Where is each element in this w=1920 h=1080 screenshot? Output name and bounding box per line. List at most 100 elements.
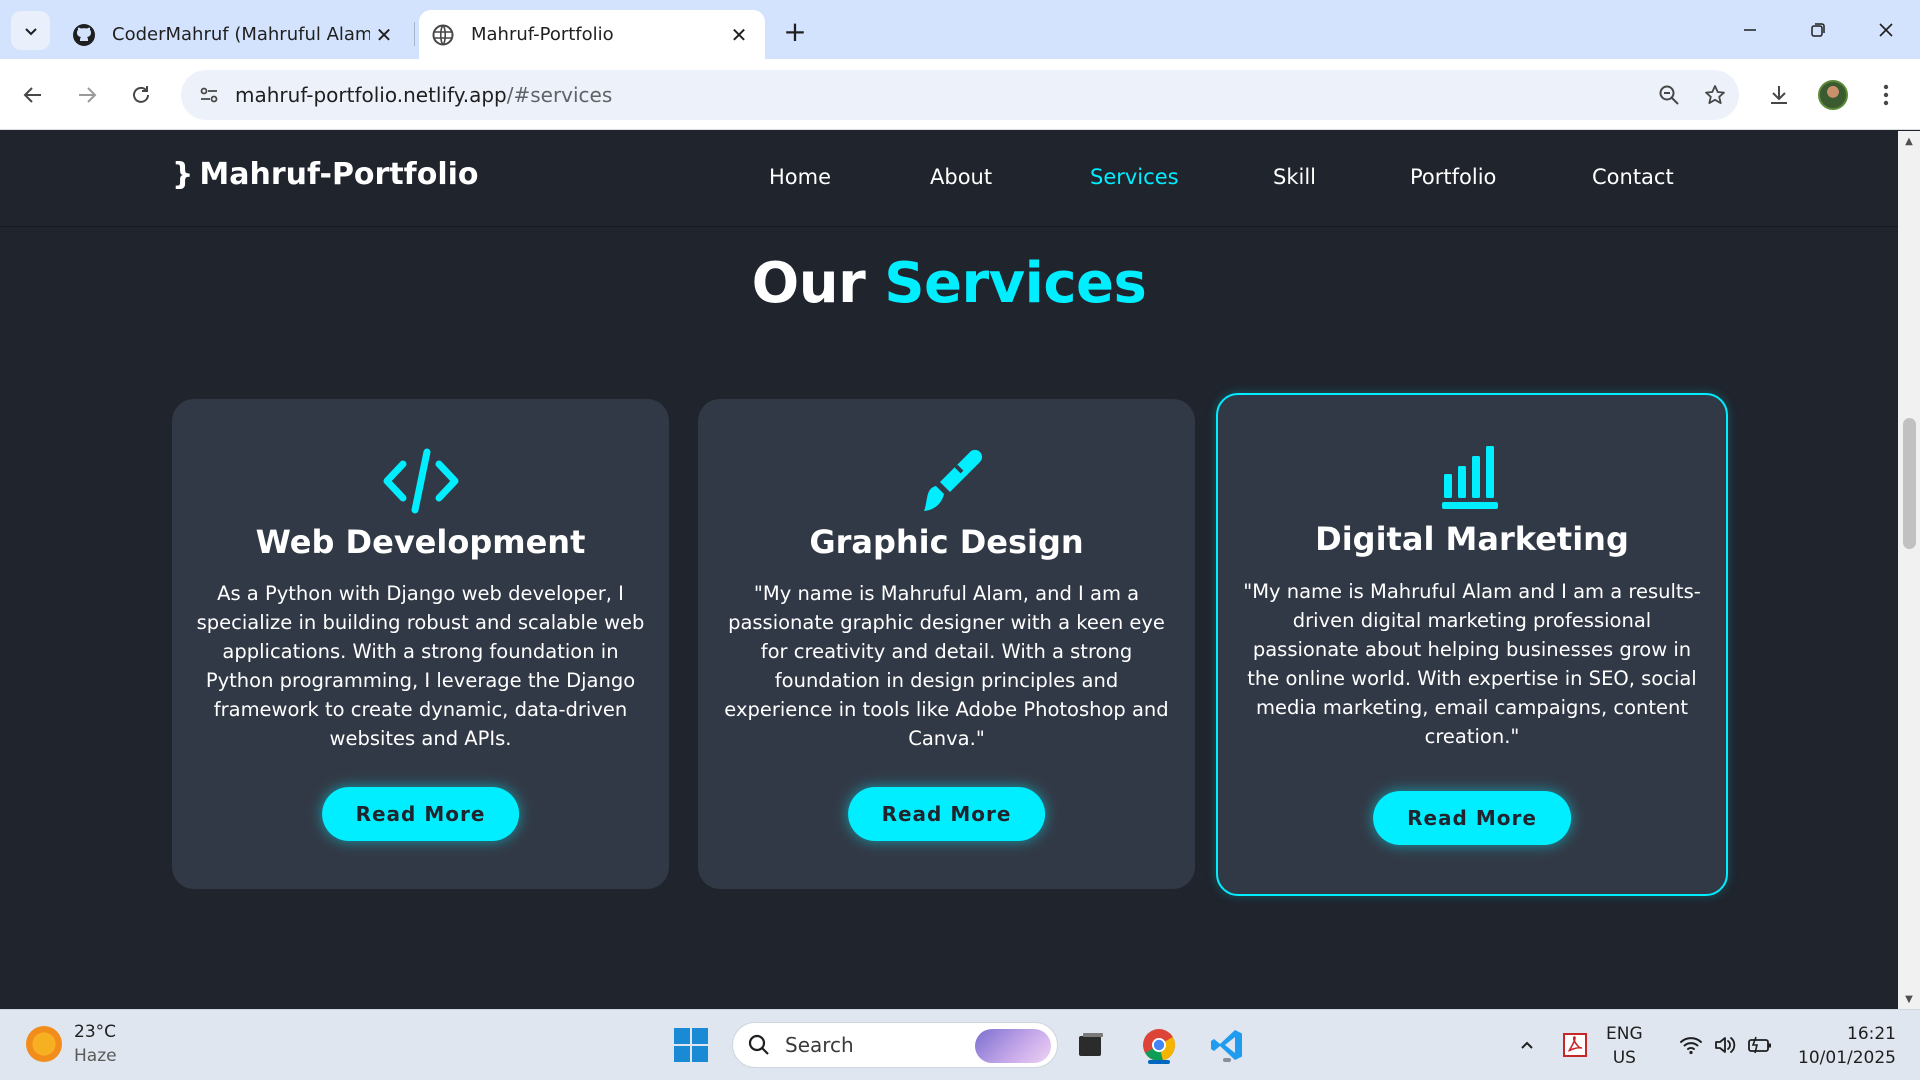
windows-logo-icon: [674, 1028, 708, 1062]
code-icon: [174, 445, 667, 517]
url-path: /#services: [506, 83, 613, 107]
page-viewport: } Mahruf-Portfolio Home About Services Sk…: [0, 131, 1898, 1009]
service-description: "My name is Mahruful Alam and I am a res…: [1243, 580, 1701, 748]
address-bar[interactable]: mahruf-portfolio.netlify.app/#services: [181, 70, 1739, 120]
wifi-icon[interactable]: [1676, 1022, 1706, 1068]
running-indicator: [1148, 1060, 1170, 1064]
url-host: mahruf-portfolio.netlify.app: [235, 83, 507, 107]
start-button[interactable]: [668, 1022, 714, 1068]
bookmark-star-icon[interactable]: [1699, 79, 1731, 111]
downloads-button[interactable]: [1759, 75, 1799, 115]
taskbar-clock[interactable]: 16:21 10/01/2025: [1796, 1022, 1896, 1070]
read-more-button[interactable]: Read More: [1373, 791, 1571, 845]
tab-title: Mahruf-Portfolio: [471, 24, 614, 45]
browser-toolbar: mahruf-portfolio.netlify.app/#services: [0, 59, 1920, 130]
download-icon: [1771, 86, 1787, 104]
more-vertical-icon: [1883, 84, 1889, 106]
language-line2: US: [1612, 1048, 1636, 1068]
scroll-down-arrow-icon[interactable]: ▼: [1898, 989, 1920, 1009]
chrome-menu-button[interactable]: [1866, 75, 1906, 115]
scrollbar-thumb[interactable]: [1903, 418, 1916, 549]
volume-icon[interactable]: [1710, 1022, 1740, 1068]
haze-sun-icon: [26, 1026, 62, 1062]
site-logo-text: Mahruf-Portfolio: [199, 157, 479, 192]
window-close-button[interactable]: [1852, 0, 1920, 59]
search-highlight-image: [975, 1029, 1051, 1063]
task-view-button[interactable]: [1068, 1022, 1114, 1068]
brace-icon: }: [172, 157, 194, 192]
browser-tab-strip: CoderMahruf (Mahruful Alam) ✕ Mahruf-Por…: [0, 0, 1920, 59]
reload-button[interactable]: [121, 75, 161, 115]
tab-title: CoderMahruf (Mahruful Alam): [112, 24, 370, 45]
page-scrollbar[interactable]: ▲ ▼: [1898, 131, 1920, 1009]
language-indicator[interactable]: ENG US: [1606, 1022, 1643, 1070]
nav-contact[interactable]: Contact: [1592, 165, 1674, 189]
service-title: Graphic Design: [809, 523, 1084, 561]
service-description: As a Python with Django web developer, I…: [196, 582, 645, 750]
nav-portfolio[interactable]: Portfolio: [1410, 165, 1496, 189]
nav-about[interactable]: About: [930, 165, 992, 189]
weather-text: 23°C Haze: [74, 1020, 117, 1068]
weather-widget[interactable]: 23°C Haze: [26, 1020, 117, 1068]
globe-icon: [431, 23, 455, 47]
tab-github[interactable]: CoderMahruf (Mahruful Alam) ✕: [60, 10, 410, 59]
bar-chart-icon: [1218, 441, 1726, 513]
read-more-button[interactable]: Read More: [847, 787, 1046, 841]
windows-taskbar: 23°C Haze Search ENG US 16:21 10/01/2025: [0, 1009, 1920, 1080]
tab-separator: [414, 22, 415, 46]
url-text: mahruf-portfolio.netlify.app/#services: [235, 83, 612, 107]
restore-button[interactable]: [1784, 0, 1852, 59]
chevron-down-icon: [24, 27, 37, 35]
tray-pdf-app[interactable]: [1560, 1022, 1590, 1068]
tab-search-button[interactable]: [11, 11, 50, 50]
github-icon: [72, 23, 96, 47]
taskbar-vscode[interactable]: [1204, 1022, 1250, 1068]
search-icon: [748, 1034, 769, 1055]
taskbar-search-box[interactable]: Search: [732, 1022, 1058, 1068]
service-title: Digital Marketing: [1315, 520, 1629, 558]
pdf-reader-icon: [1563, 1033, 1587, 1057]
vscode-icon: [1211, 1030, 1242, 1060]
tab-portfolio[interactable]: Mahruf-Portfolio ✕: [419, 10, 765, 59]
site-info-icon[interactable]: [193, 79, 225, 111]
section-title: Our Services: [0, 251, 1898, 316]
clock-date: 10/01/2025: [1798, 1048, 1896, 1068]
show-hidden-icons-button[interactable]: [1512, 1022, 1542, 1068]
section-title-plain: Our: [751, 251, 866, 316]
scroll-up-arrow-icon[interactable]: ▲: [1898, 131, 1920, 151]
service-card-web-development: Web Development As a Python with Django …: [172, 399, 669, 889]
language-line1: ENG: [1606, 1024, 1643, 1044]
battery-icon[interactable]: [1745, 1022, 1775, 1068]
minimize-icon: [1744, 28, 1756, 31]
weather-temp: 23°C: [74, 1022, 117, 1042]
running-indicator: [1223, 1058, 1231, 1062]
paintbrush-icon: [700, 445, 1193, 517]
nav-skill[interactable]: Skill: [1273, 165, 1316, 189]
nav-services[interactable]: Services: [1090, 165, 1179, 189]
close-icon: [1879, 22, 1893, 37]
weather-condition: Haze: [74, 1046, 117, 1066]
new-tab-button[interactable]: +: [778, 14, 812, 48]
profile-button[interactable]: [1813, 75, 1853, 115]
chrome-icon: [1143, 1029, 1175, 1061]
forward-button[interactable]: [67, 75, 107, 115]
arrow-right-icon: [79, 87, 97, 103]
clock-time: 16:21: [1847, 1024, 1896, 1044]
minimize-button[interactable]: [1716, 0, 1784, 59]
close-icon[interactable]: ✕: [725, 21, 753, 49]
service-description: "My name is Mahruful Alam, and I am a pa…: [724, 582, 1169, 750]
task-view-icon: [1079, 1033, 1103, 1056]
restore-icon: [1811, 22, 1825, 37]
taskbar-search-label: Search: [785, 1033, 854, 1057]
avatar: [1818, 80, 1848, 110]
taskbar-chrome[interactable]: [1136, 1022, 1182, 1068]
service-card-digital-marketing: Digital Marketing "My name is Mahruful A…: [1216, 393, 1728, 896]
zoom-icon[interactable]: [1653, 79, 1685, 111]
site-logo[interactable]: } Mahruf-Portfolio: [172, 157, 479, 192]
service-card-graphic-design: Graphic Design "My name is Mahruful Alam…: [698, 399, 1195, 889]
nav-home[interactable]: Home: [769, 165, 831, 189]
read-more-button[interactable]: Read More: [321, 787, 520, 841]
back-button[interactable]: [13, 75, 53, 115]
close-icon[interactable]: ✕: [370, 21, 398, 49]
section-title-highlight: Services: [884, 251, 1147, 316]
